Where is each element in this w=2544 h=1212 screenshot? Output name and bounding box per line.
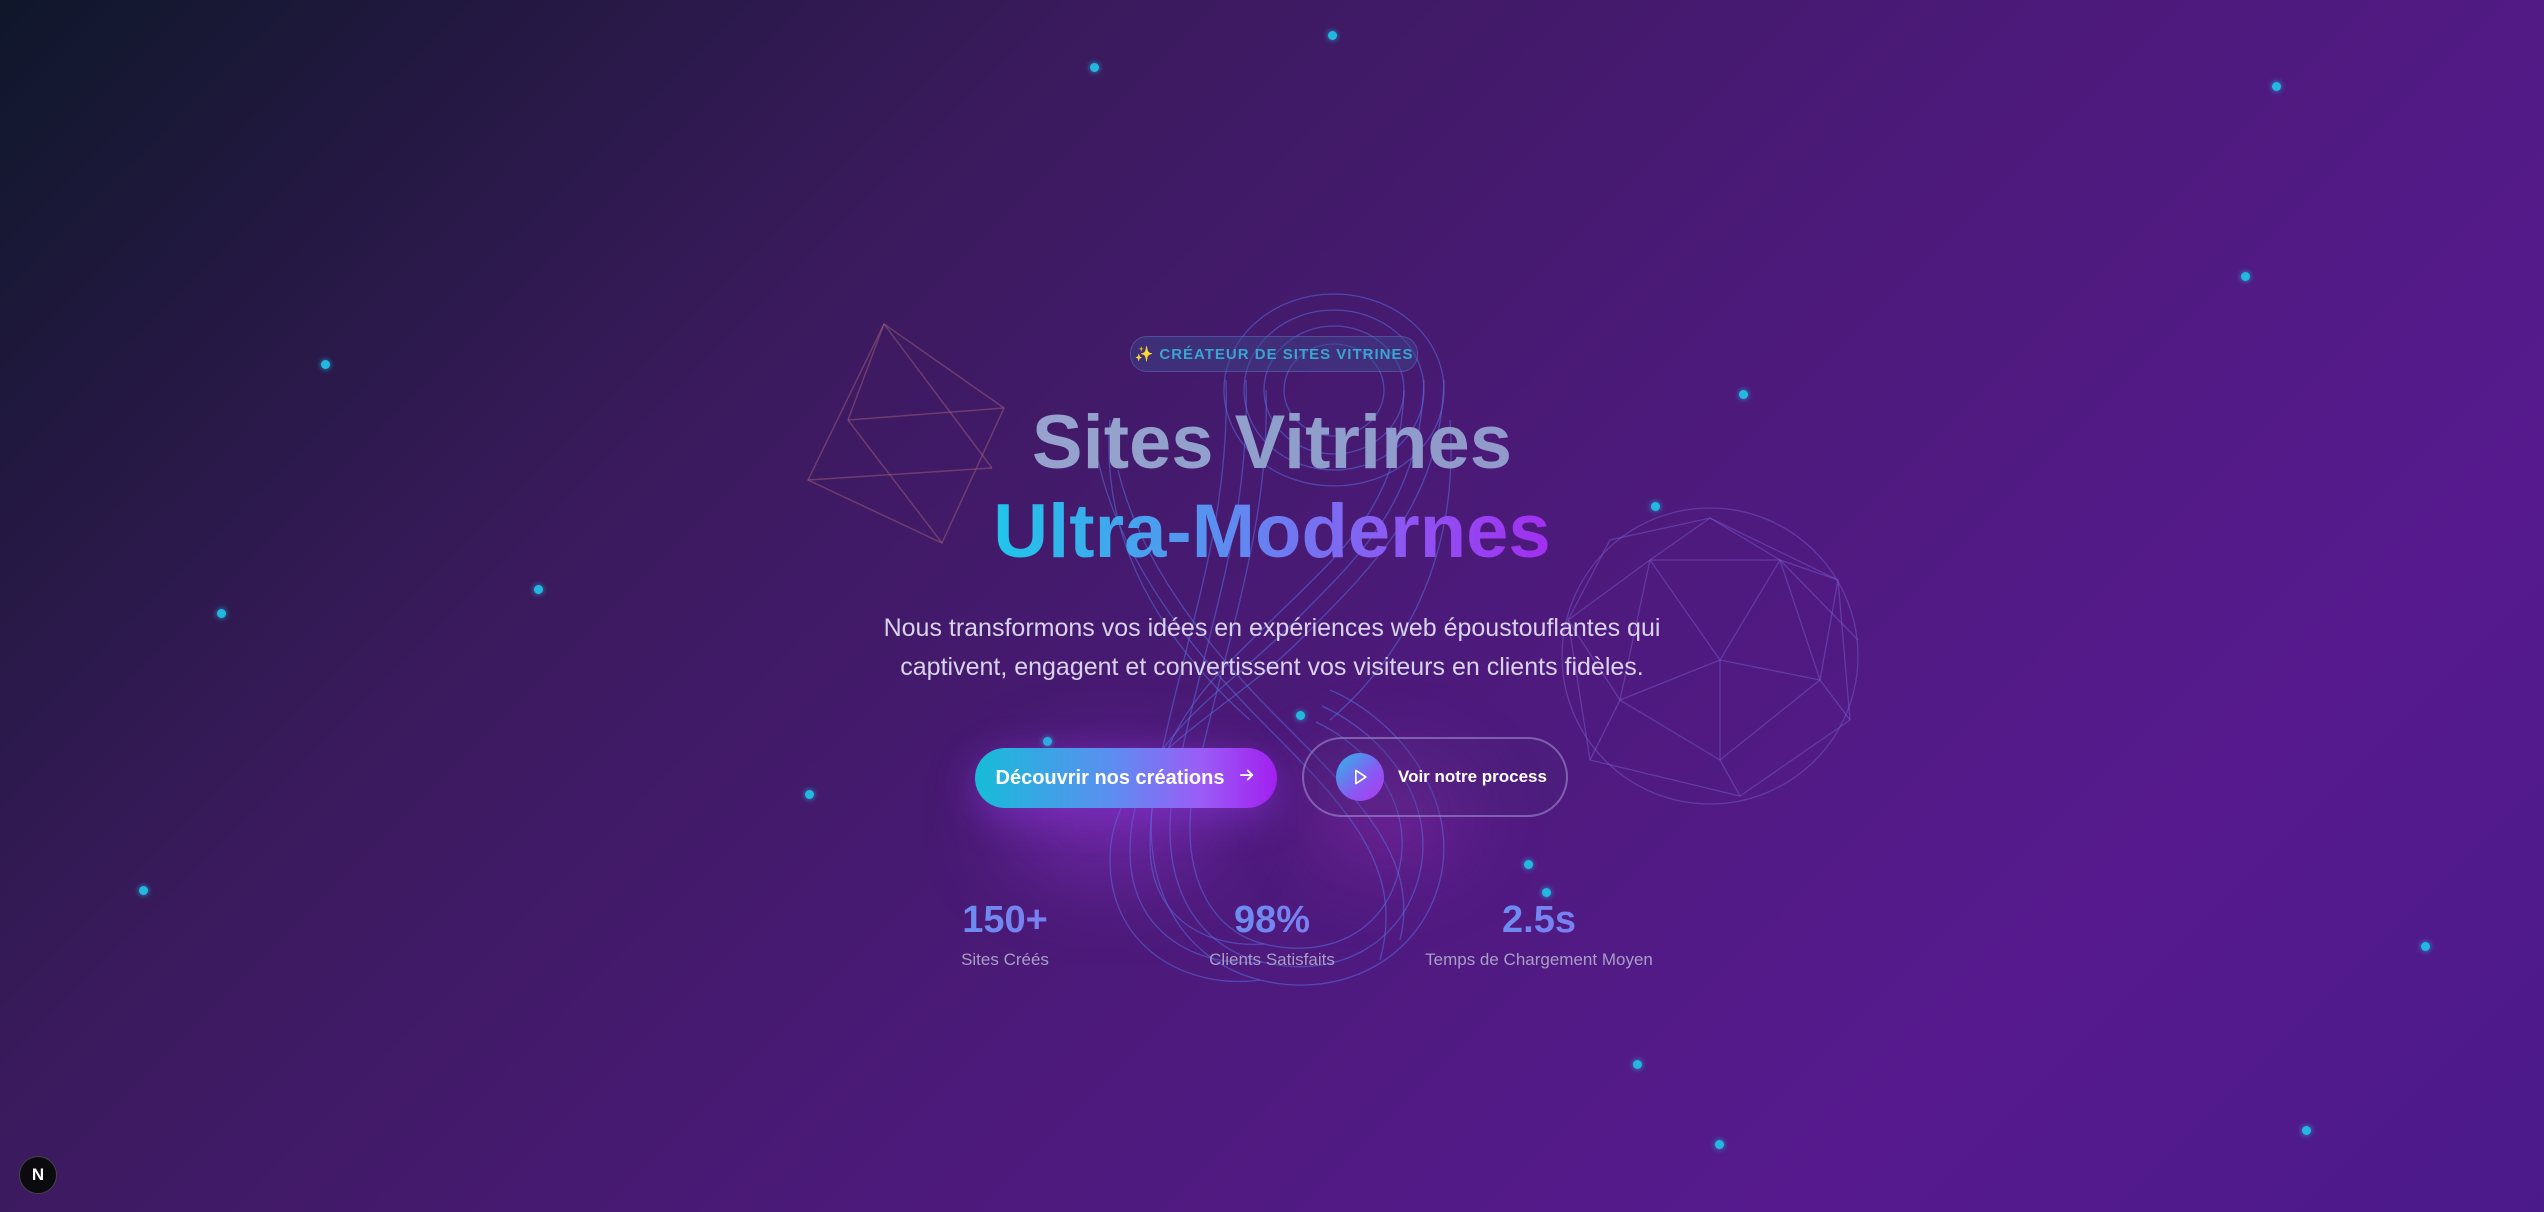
- hero-subtitle-line1: Nous transformons vos idées en expérienc…: [883, 614, 1661, 642]
- hero-title-line1: Sites Vitrines: [0, 395, 2544, 491]
- stat-label: Clients Satisfaits: [1209, 950, 1335, 969]
- stat-load-time: 2.5s Temps de Chargement Moyen: [1409, 898, 1669, 970]
- stat-label: Sites Créés: [961, 950, 1049, 969]
- tagline-badge: ✨ CRÉATEUR DE SITES VITRINES: [1130, 336, 1418, 372]
- nextjs-dev-indicator[interactable]: N: [19, 1156, 57, 1194]
- stat-value: 150+: [875, 898, 1135, 942]
- hero-title-line2-text: Ultra-Modernes: [993, 489, 1551, 574]
- hero-section: ✨ CRÉATEUR DE SITES VITRINES Sites Vitri…: [0, 0, 2544, 1212]
- stat-label: Temps de Chargement Moyen: [1425, 950, 1653, 969]
- arrow-right-icon: [1238, 766, 1256, 790]
- stat-value: 2.5s: [1409, 898, 1669, 942]
- view-process-label: Voir notre process: [1398, 767, 1547, 786]
- hero-subtitle-line2: captivent, engagent et convertissent vos…: [900, 653, 1644, 681]
- discover-creations-label: Découvrir nos créations: [995, 766, 1225, 789]
- tagline-badge-text: ✨ CRÉATEUR DE SITES VITRINES: [1134, 346, 1414, 363]
- nextjs-logo-icon: N: [31, 1165, 45, 1184]
- play-icon: [1336, 753, 1384, 801]
- stat-satisfied-clients: 98% Clients Satisfaits: [1142, 898, 1402, 970]
- stat-sites-created: 150+ Sites Créés: [875, 898, 1135, 970]
- discover-creations-button[interactable]: Découvrir nos créations: [975, 748, 1277, 808]
- view-process-button[interactable]: Voir notre process: [1302, 737, 1568, 817]
- hero-subtitle: Nous transformons vos idées en expérienc…: [872, 609, 1672, 687]
- stat-value: 98%: [1142, 898, 1402, 942]
- hero-title-line2: Ultra-Modernes: [0, 484, 2544, 580]
